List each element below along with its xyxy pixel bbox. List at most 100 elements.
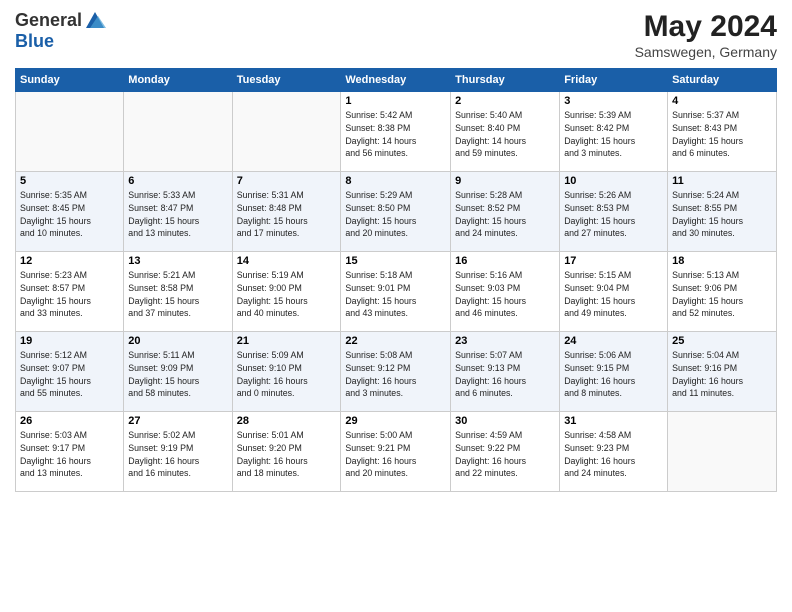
day-info: Sunrise: 5:33 AM Sunset: 8:47 PM Dayligh… [128, 189, 227, 240]
day-header-monday: Monday [124, 69, 232, 92]
day-info: Sunrise: 4:58 AM Sunset: 9:23 PM Dayligh… [564, 429, 663, 480]
day-cell: 29 Sunrise: 5:00 AM Sunset: 9:21 PM Dayli… [341, 412, 451, 492]
day-info: Sunrise: 5:07 AM Sunset: 9:13 PM Dayligh… [455, 349, 555, 400]
day-cell: 28 Sunrise: 5:01 AM Sunset: 9:20 PM Dayli… [232, 412, 341, 492]
day-number: 28 [237, 415, 337, 427]
logo-blue: Blue [15, 32, 106, 52]
day-cell: 1 Sunrise: 5:42 AM Sunset: 8:38 PM Daylig… [341, 92, 451, 172]
day-number: 16 [455, 255, 555, 267]
day-number: 22 [345, 335, 446, 347]
day-info: Sunrise: 5:13 AM Sunset: 9:06 PM Dayligh… [672, 269, 772, 320]
day-cell: 15Sunrise: 5:18 AM Sunset: 9:01 PM Dayli… [341, 252, 451, 332]
day-info: Sunrise: 5:21 AM Sunset: 8:58 PM Dayligh… [128, 269, 227, 320]
day-cell: 11 Sunrise: 5:24 AM Sunset: 8:55 PM Dayli… [668, 172, 777, 252]
day-info: Sunrise: 5:23 AM Sunset: 8:57 PM Dayligh… [20, 269, 119, 320]
day-number: 25 [672, 335, 772, 347]
day-info: Sunrise: 5:31 AM Sunset: 8:48 PM Dayligh… [237, 189, 337, 240]
calendar-container: General Blue May 2024 Samswegen, Germany… [0, 0, 792, 502]
day-header-thursday: Thursday [451, 69, 560, 92]
day-cell: 16 Sunrise: 5:16 AM Sunset: 9:03 PM Dayli… [451, 252, 560, 332]
day-number: 18 [672, 255, 772, 267]
day-info: Sunrise: 5:40 AM Sunset: 8:40 PM Dayligh… [455, 109, 555, 160]
calendar-table: SundayMondayTuesdayWednesdayThursdayFrid… [15, 68, 777, 492]
day-cell [668, 412, 777, 492]
day-info: Sunrise: 5:11 AM Sunset: 9:09 PM Dayligh… [128, 349, 227, 400]
day-cell: 23 Sunrise: 5:07 AM Sunset: 9:13 PM Dayli… [451, 332, 560, 412]
day-number: 1 [345, 95, 446, 107]
week-row-5: 26 Sunrise: 5:03 AM Sunset: 9:17 PM Dayli… [16, 412, 777, 492]
day-number: 8 [345, 175, 446, 187]
day-number: 23 [455, 335, 555, 347]
day-cell: 19Sunrise: 5:12 AM Sunset: 9:07 PM Dayli… [16, 332, 124, 412]
day-number: 20 [128, 335, 227, 347]
day-cell [232, 92, 341, 172]
day-info: Sunrise: 5:37 AM Sunset: 8:43 PM Dayligh… [672, 109, 772, 160]
day-info: Sunrise: 5:06 AM Sunset: 9:15 PM Dayligh… [564, 349, 663, 400]
day-info: Sunrise: 5:29 AM Sunset: 8:50 PM Dayligh… [345, 189, 446, 240]
day-cell: 12 Sunrise: 5:23 AM Sunset: 8:57 PM Dayli… [16, 252, 124, 332]
day-cell: 31 Sunrise: 4:58 AM Sunset: 9:23 PM Dayli… [560, 412, 668, 492]
day-cell: 30Sunrise: 4:59 AM Sunset: 9:22 PM Dayli… [451, 412, 560, 492]
day-info: Sunrise: 5:26 AM Sunset: 8:53 PM Dayligh… [564, 189, 663, 240]
day-number: 29 [345, 415, 446, 427]
day-info: Sunrise: 5:02 AM Sunset: 9:19 PM Dayligh… [128, 429, 227, 480]
day-info: Sunrise: 5:03 AM Sunset: 9:17 PM Dayligh… [20, 429, 119, 480]
day-cell: 27 Sunrise: 5:02 AM Sunset: 9:19 PM Dayli… [124, 412, 232, 492]
week-row-2: 5 Sunrise: 5:35 AM Sunset: 8:45 PM Daylig… [16, 172, 777, 252]
day-cell [124, 92, 232, 172]
header: General Blue May 2024 Samswegen, Germany [15, 10, 777, 60]
day-number: 19 [20, 335, 119, 347]
day-cell: 14Sunrise: 5:19 AM Sunset: 9:00 PM Dayli… [232, 252, 341, 332]
day-number: 21 [237, 335, 337, 347]
day-cell: 8 Sunrise: 5:29 AM Sunset: 8:50 PM Daylig… [341, 172, 451, 252]
day-number: 17 [564, 255, 663, 267]
day-number: 10 [564, 175, 663, 187]
day-info: Sunrise: 5:24 AM Sunset: 8:55 PM Dayligh… [672, 189, 772, 240]
day-number: 9 [455, 175, 555, 187]
logo: General Blue [15, 10, 106, 52]
day-info: Sunrise: 5:08 AM Sunset: 9:12 PM Dayligh… [345, 349, 446, 400]
day-number: 27 [128, 415, 227, 427]
day-cell: 2 Sunrise: 5:40 AM Sunset: 8:40 PM Daylig… [451, 92, 560, 172]
day-cell: 17 Sunrise: 5:15 AM Sunset: 9:04 PM Dayli… [560, 252, 668, 332]
day-cell: 25Sunrise: 5:04 AM Sunset: 9:16 PM Dayli… [668, 332, 777, 412]
logo-general: General [15, 11, 82, 31]
day-info: Sunrise: 5:16 AM Sunset: 9:03 PM Dayligh… [455, 269, 555, 320]
day-number: 15 [345, 255, 446, 267]
title-block: May 2024 Samswegen, Germany [635, 10, 777, 60]
day-number: 2 [455, 95, 555, 107]
day-number: 11 [672, 175, 772, 187]
day-cell: 5 Sunrise: 5:35 AM Sunset: 8:45 PM Daylig… [16, 172, 124, 252]
day-info: Sunrise: 5:19 AM Sunset: 9:00 PM Dayligh… [237, 269, 337, 320]
day-info: Sunrise: 5:35 AM Sunset: 8:45 PM Dayligh… [20, 189, 119, 240]
day-cell: 22 Sunrise: 5:08 AM Sunset: 9:12 PM Dayli… [341, 332, 451, 412]
day-cell: 26 Sunrise: 5:03 AM Sunset: 9:17 PM Dayli… [16, 412, 124, 492]
day-number: 24 [564, 335, 663, 347]
day-number: 5 [20, 175, 119, 187]
day-info: Sunrise: 5:39 AM Sunset: 8:42 PM Dayligh… [564, 109, 663, 160]
day-cell: 18 Sunrise: 5:13 AM Sunset: 9:06 PM Dayli… [668, 252, 777, 332]
week-row-1: 1 Sunrise: 5:42 AM Sunset: 8:38 PM Daylig… [16, 92, 777, 172]
week-row-4: 19Sunrise: 5:12 AM Sunset: 9:07 PM Dayli… [16, 332, 777, 412]
day-number: 6 [128, 175, 227, 187]
header-row: SundayMondayTuesdayWednesdayThursdayFrid… [16, 69, 777, 92]
day-header-wednesday: Wednesday [341, 69, 451, 92]
day-number: 3 [564, 95, 663, 107]
day-number: 12 [20, 255, 119, 267]
day-number: 7 [237, 175, 337, 187]
location: Samswegen, Germany [635, 44, 777, 60]
day-info: Sunrise: 5:01 AM Sunset: 9:20 PM Dayligh… [237, 429, 337, 480]
day-number: 30 [455, 415, 555, 427]
day-cell: 7 Sunrise: 5:31 AM Sunset: 8:48 PM Daylig… [232, 172, 341, 252]
day-header-friday: Friday [560, 69, 668, 92]
day-number: 26 [20, 415, 119, 427]
day-header-saturday: Saturday [668, 69, 777, 92]
month-year: May 2024 [635, 10, 777, 44]
day-info: Sunrise: 5:42 AM Sunset: 8:38 PM Dayligh… [345, 109, 446, 160]
day-info: Sunrise: 5:09 AM Sunset: 9:10 PM Dayligh… [237, 349, 337, 400]
day-info: Sunrise: 5:00 AM Sunset: 9:21 PM Dayligh… [345, 429, 446, 480]
day-cell: 20 Sunrise: 5:11 AM Sunset: 9:09 PM Dayli… [124, 332, 232, 412]
day-info: Sunrise: 5:15 AM Sunset: 9:04 PM Dayligh… [564, 269, 663, 320]
day-header-tuesday: Tuesday [232, 69, 341, 92]
day-number: 31 [564, 415, 663, 427]
